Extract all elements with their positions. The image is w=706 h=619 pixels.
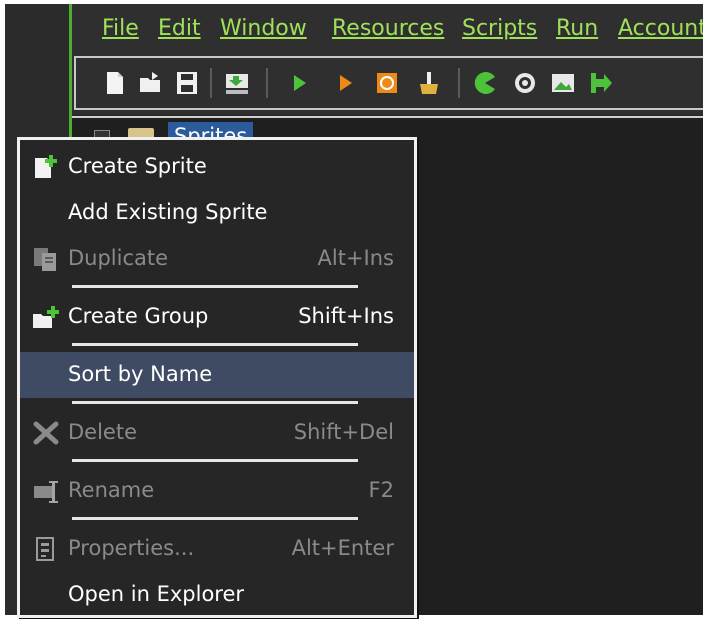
context-menu: Create Sprite Add Existing Sprite Duplic… (17, 137, 417, 618)
new-file-icon[interactable] (102, 70, 128, 96)
menu-item-shortcut: Alt+Ins (317, 246, 394, 270)
menu-item-label: Properties... (68, 536, 195, 560)
toolbar-separator (266, 68, 268, 98)
properties-icon (32, 536, 60, 562)
delete-icon (32, 420, 60, 446)
menu-item-label: Duplicate (68, 246, 169, 270)
stop-icon[interactable] (374, 70, 400, 96)
create-group-icon (32, 304, 60, 330)
menu-item-label: Delete (68, 420, 137, 444)
menu-item-label: Open in Explorer (68, 582, 245, 606)
toolbar-strip (74, 56, 703, 110)
menu-item-duplicate[interactable]: Duplicate Alt+Ins (20, 236, 414, 282)
clean-icon[interactable] (416, 70, 442, 96)
menu-separator (72, 285, 358, 288)
duplicate-icon (32, 246, 60, 272)
menu-item-shortcut: Shift+Ins (298, 304, 394, 328)
menu-item-create-group[interactable]: Create Group Shift+Ins (20, 294, 414, 340)
target-icon[interactable] (512, 70, 538, 96)
menu-item-label: Rename (68, 478, 155, 502)
menu-item-shortcut: Alt+Enter (291, 536, 394, 560)
menu-run[interactable]: Run (556, 16, 598, 41)
menu-bar: File Edit Window Resources Scripts Run A… (72, 4, 703, 56)
menu-separator (72, 343, 358, 346)
rename-icon (32, 478, 60, 504)
menu-window[interactable]: Window (220, 16, 307, 41)
menu-item-shortcut: F2 (368, 478, 394, 502)
menu-account[interactable]: Account (618, 16, 703, 41)
arrow-icon[interactable] (588, 70, 614, 96)
menu-edit[interactable]: Edit (158, 16, 201, 41)
menu-item-rename[interactable]: Rename F2 (20, 468, 414, 514)
menu-item-create-sprite[interactable]: Create Sprite (20, 144, 414, 190)
toolbar-separator (458, 68, 460, 98)
menu-item-add-existing-sprite[interactable]: Add Existing Sprite (20, 190, 414, 236)
menu-item-properties[interactable]: Properties... Alt+Enter (20, 526, 414, 572)
menu-separator (72, 459, 358, 462)
menu-item-label: Create Sprite (68, 154, 207, 178)
run-icon[interactable] (286, 70, 312, 96)
pacman-icon[interactable] (472, 70, 498, 96)
menu-item-label: Add Existing Sprite (68, 200, 268, 224)
menu-resources[interactable]: Resources (332, 16, 444, 41)
menu-scripts[interactable]: Scripts (462, 16, 537, 41)
menu-item-label: Create Group (68, 304, 209, 328)
create-sprite-icon (32, 154, 60, 180)
menu-item-sort-by-name[interactable]: Sort by Name (20, 352, 414, 398)
menu-separator (72, 401, 358, 404)
export-icon[interactable] (224, 70, 250, 96)
toolbar-separator (210, 68, 212, 98)
save-icon[interactable] (174, 70, 200, 96)
menu-item-open-in-explorer[interactable]: Open in Explorer (20, 572, 414, 618)
toolbar (72, 56, 703, 114)
debug-run-icon[interactable] (332, 70, 358, 96)
open-folder-icon[interactable] (138, 70, 164, 96)
menu-separator (72, 517, 358, 520)
menu-item-delete[interactable]: Delete Shift+Del (20, 410, 414, 456)
menu-item-label: Sort by Name (68, 362, 213, 386)
menu-file[interactable]: File (102, 16, 139, 41)
image-icon[interactable] (550, 70, 576, 96)
menu-item-shortcut: Shift+Del (293, 420, 394, 444)
